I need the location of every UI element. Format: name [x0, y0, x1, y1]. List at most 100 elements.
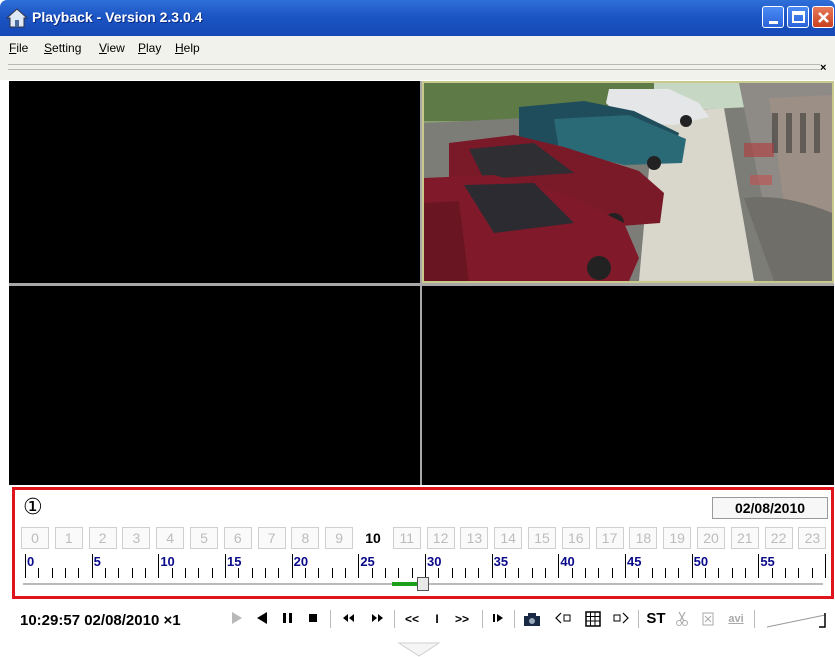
- ruler-minor-tick: [411, 568, 413, 578]
- collapse-arrow-icon[interactable]: [397, 642, 441, 657]
- frame-step-button[interactable]: [488, 608, 508, 630]
- hour-button-17[interactable]: 17: [595, 527, 624, 549]
- ruler-major-tick: [625, 554, 626, 578]
- ruler-minor-tick: [665, 568, 666, 578]
- minimize-button[interactable]: [762, 6, 784, 28]
- ruler-minute-label: 35: [493, 554, 509, 569]
- hour-button-9[interactable]: 9: [325, 527, 354, 549]
- ruler-minor-tick: [265, 568, 266, 578]
- hour-button-16[interactable]: 16: [561, 527, 590, 549]
- video-pane-1[interactable]: [9, 81, 420, 283]
- minute-ruler[interactable]: 0 5 10 15 20 25 30 35 40 45 50 55: [21, 550, 829, 580]
- video-pane-2[interactable]: [422, 81, 834, 283]
- st-button[interactable]: ST: [644, 608, 668, 630]
- menu-view[interactable]: View: [99, 41, 125, 55]
- hour-button-5[interactable]: 5: [190, 527, 218, 549]
- hour-button-13[interactable]: 13: [460, 527, 489, 549]
- ruler-minor-tick: [331, 568, 333, 578]
- step-forward-button[interactable]: >>: [450, 608, 474, 630]
- hour-button-19[interactable]: 19: [663, 527, 692, 549]
- hour-button-11[interactable]: 11: [392, 527, 421, 549]
- play-button[interactable]: [226, 608, 246, 630]
- volume-slider[interactable]: [764, 608, 830, 630]
- menu-play[interactable]: Play: [138, 41, 161, 55]
- menu-bar: File Setting View Play Help: [0, 36, 835, 60]
- pause-button[interactable]: [278, 608, 298, 630]
- ruler-minor-tick: [38, 568, 40, 578]
- scrub-progress: [392, 582, 418, 586]
- avi-button[interactable]: avi: [724, 608, 748, 630]
- menu-file[interactable]: File: [9, 41, 28, 55]
- close-icon: [818, 12, 829, 23]
- menu-help[interactable]: Help: [175, 41, 200, 55]
- audio-prev-icon: [555, 612, 571, 624]
- hour-button-3[interactable]: 3: [122, 527, 151, 549]
- ruler-major-tick: [491, 554, 493, 578]
- cut-button[interactable]: [672, 608, 692, 630]
- delete-button[interactable]: [698, 608, 718, 630]
- hour-button-14[interactable]: 14: [494, 527, 523, 549]
- ruler-minor-tick: [678, 568, 680, 578]
- ruler-minor-tick: [518, 568, 520, 578]
- ruler-minor-tick: [51, 568, 53, 578]
- snapshot-button[interactable]: [520, 608, 544, 630]
- audio-next-button[interactable]: [610, 608, 632, 630]
- frame-step-icon: [493, 614, 503, 622]
- ruler-minor-tick: [771, 568, 773, 578]
- date-field[interactable]: 02/08/2010: [712, 497, 828, 519]
- audio-prev-button[interactable]: [552, 608, 574, 630]
- playback-controls: 10:29:57 02/08/2010 ×1 << I >> ST avi: [0, 600, 835, 640]
- hour-selector: 0 1 2 3 4 5 6 7 8 9 10 11 12 13 14 15 16 17 18 19 20 21 22 23: [21, 527, 829, 549]
- hour-button-15[interactable]: 15: [528, 527, 556, 549]
- ruler-minor-tick: [798, 568, 800, 578]
- ruler-minor-tick: [745, 568, 746, 578]
- ruler-minor-tick: [545, 568, 546, 578]
- play-icon: [232, 612, 242, 624]
- ruler-minor-tick: [198, 568, 200, 578]
- hour-button-12[interactable]: 12: [426, 527, 455, 549]
- menu-setting[interactable]: Setting: [44, 41, 81, 55]
- video-pane-3[interactable]: [9, 286, 420, 485]
- timeline-panel: ① 02/08/2010 0 1 2 3 4 5 6 7 8 9 10 11 12 13 14 15 16 17 1…: [12, 487, 834, 599]
- ruler-major-tick: [91, 554, 93, 578]
- hour-button-7[interactable]: 7: [257, 527, 286, 549]
- hour-button-2[interactable]: 2: [88, 527, 117, 549]
- ruler-minor-tick: [145, 568, 146, 578]
- fast-button[interactable]: [366, 608, 388, 630]
- hour-button-6[interactable]: 6: [223, 527, 252, 549]
- ruler-major-tick: [691, 554, 693, 578]
- hour-button-1[interactable]: 1: [54, 527, 83, 549]
- ruler-minute-label: 50: [693, 554, 709, 569]
- step-back-button[interactable]: <<: [400, 608, 424, 630]
- ruler-minute-label: 20: [293, 554, 309, 569]
- hour-button-8[interactable]: 8: [291, 527, 320, 549]
- mark-button[interactable]: I: [430, 608, 444, 630]
- hour-button-18[interactable]: 18: [629, 527, 658, 549]
- ruler-minor-tick: [371, 568, 373, 578]
- maximize-button[interactable]: [787, 6, 809, 28]
- ruler-minor-tick: [451, 568, 453, 578]
- parking-lot-camera-image: [424, 83, 832, 281]
- toolbar-close-icon[interactable]: ×: [820, 62, 826, 74]
- hour-button-4[interactable]: 4: [156, 527, 185, 549]
- slow-icon: [343, 614, 354, 622]
- stop-button[interactable]: [303, 608, 323, 630]
- hour-button-21[interactable]: 21: [730, 527, 759, 549]
- ruler-minor-tick: [105, 568, 106, 578]
- close-button[interactable]: [812, 6, 834, 28]
- grid-button[interactable]: [582, 608, 604, 630]
- scrub-handle[interactable]: [417, 577, 429, 591]
- hour-button-23[interactable]: 23: [798, 527, 827, 549]
- reverse-play-button[interactable]: [252, 608, 272, 630]
- video-grid: [9, 81, 834, 485]
- ruler-minor-tick: [211, 568, 213, 578]
- hour-button-22[interactable]: 22: [764, 527, 793, 549]
- cut-icon: [676, 611, 688, 626]
- hour-button-10[interactable]: 10: [359, 527, 387, 549]
- hour-button-20[interactable]: 20: [697, 527, 725, 549]
- video-pane-4[interactable]: [422, 286, 834, 485]
- ruler-minor-tick: [278, 568, 280, 578]
- slow-button[interactable]: [338, 608, 360, 630]
- hour-button-0[interactable]: 0: [21, 527, 49, 549]
- ruler-minor-tick: [251, 568, 253, 578]
